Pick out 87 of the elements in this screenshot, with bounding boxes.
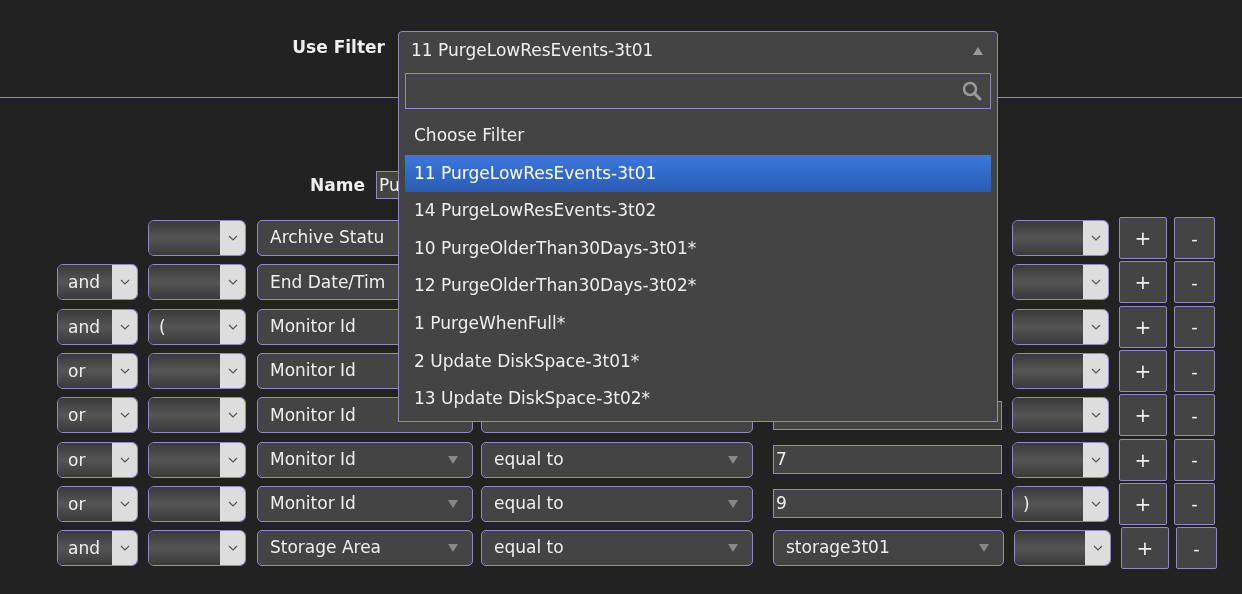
chevron-down-icon bbox=[227, 456, 238, 463]
chevron-down-icon bbox=[119, 279, 130, 286]
remove-row-button[interactable]: - bbox=[1174, 350, 1215, 393]
chevron-down-icon bbox=[119, 500, 130, 507]
remove-row-button[interactable]: - bbox=[1174, 217, 1215, 260]
caret-down-icon bbox=[448, 455, 458, 464]
remove-row-button[interactable]: - bbox=[1174, 261, 1215, 304]
chevron-down-icon bbox=[227, 545, 238, 552]
remove-row-button[interactable]: - bbox=[1174, 305, 1215, 348]
open-paren-select[interactable]: ( bbox=[148, 308, 246, 345]
conjunction-select[interactable]: or bbox=[57, 353, 138, 390]
filter-dropdown[interactable] bbox=[398, 31, 998, 422]
caret-down-icon bbox=[448, 544, 458, 553]
value-field[interactable]: 7 bbox=[773, 445, 1002, 475]
caret-down-icon bbox=[728, 455, 738, 464]
conjunction-select[interactable]: and bbox=[57, 308, 138, 345]
caret-down-icon bbox=[728, 499, 738, 508]
search-field[interactable] bbox=[405, 73, 991, 109]
chevron-down-icon bbox=[119, 323, 130, 330]
add-row-button[interactable]: + bbox=[1119, 350, 1167, 393]
chevron-down-icon bbox=[1090, 323, 1101, 330]
operator-select[interactable]: equal to bbox=[481, 530, 753, 567]
close-paren-select[interactable]: ) bbox=[1012, 485, 1109, 522]
use-filter-label: Use Filter bbox=[292, 36, 385, 59]
conjunction-select[interactable]: or bbox=[57, 485, 138, 522]
chevron-down-icon bbox=[1090, 500, 1101, 507]
add-row-button[interactable]: + bbox=[1119, 261, 1167, 304]
chevron-down-icon bbox=[227, 235, 238, 242]
close-paren-select[interactable] bbox=[1014, 530, 1111, 567]
caret-up-icon bbox=[973, 47, 983, 55]
field-select[interactable]: Monitor Id bbox=[257, 485, 473, 522]
field-select[interactable]: Monitor Id bbox=[257, 441, 473, 478]
chevron-down-icon bbox=[227, 412, 238, 419]
remove-row-button[interactable]: - bbox=[1174, 438, 1215, 481]
conjunction-select[interactable]: or bbox=[57, 441, 138, 478]
caret-down-icon bbox=[448, 499, 458, 508]
remove-row-button[interactable]: - bbox=[1176, 527, 1217, 570]
close-paren-select[interactable] bbox=[1012, 397, 1109, 434]
close-paren-select[interactable] bbox=[1012, 441, 1109, 478]
caret-down-icon bbox=[728, 544, 738, 553]
remove-row-button[interactable]: - bbox=[1174, 394, 1215, 437]
open-paren-select[interactable] bbox=[148, 353, 246, 390]
chevron-down-icon bbox=[227, 500, 238, 507]
search-icon bbox=[962, 81, 982, 101]
chevron-down-icon bbox=[1092, 545, 1103, 552]
conjunction-select[interactable]: and bbox=[57, 264, 138, 301]
open-paren-select[interactable] bbox=[148, 441, 246, 478]
caret-down-icon bbox=[979, 544, 989, 553]
remove-row-button[interactable]: - bbox=[1174, 482, 1215, 525]
selected-filter-text: 11 PurgeLowResEvents-3t01 bbox=[411, 39, 655, 63]
add-row-button[interactable]: + bbox=[1121, 527, 1169, 570]
value-field[interactable]: 9 bbox=[773, 489, 1002, 519]
add-row-button[interactable]: + bbox=[1119, 394, 1167, 437]
add-row-button[interactable]: + bbox=[1119, 438, 1167, 481]
chevron-down-icon bbox=[1090, 456, 1101, 463]
open-paren-select[interactable] bbox=[148, 220, 246, 257]
chevron-down-icon bbox=[119, 545, 130, 552]
filter-option[interactable]: 11 PurgeLowResEvents-3t01 bbox=[405, 154, 991, 193]
chevron-down-icon bbox=[119, 456, 130, 463]
open-paren-select[interactable] bbox=[148, 530, 246, 567]
filter-option[interactable]: Choose Filter bbox=[405, 117, 991, 155]
conjunction-select[interactable]: or bbox=[57, 397, 138, 434]
operator-select[interactable]: equal to bbox=[481, 441, 753, 478]
add-row-button[interactable]: + bbox=[1119, 482, 1167, 525]
conjunction-select[interactable]: and bbox=[57, 530, 138, 567]
operator-select[interactable]: equal to bbox=[481, 485, 753, 522]
close-paren-select[interactable] bbox=[1012, 353, 1109, 390]
close-paren-select[interactable] bbox=[1012, 308, 1109, 345]
chevron-down-icon bbox=[227, 279, 238, 286]
chevron-down-icon bbox=[1090, 368, 1101, 375]
name-label: Name bbox=[310, 174, 365, 197]
chevron-down-icon bbox=[1090, 279, 1101, 286]
chevron-down-icon bbox=[119, 368, 130, 375]
close-paren-select[interactable] bbox=[1012, 220, 1109, 257]
close-paren-select[interactable] bbox=[1012, 264, 1109, 301]
add-row-button[interactable]: + bbox=[1119, 305, 1167, 348]
field-select[interactable]: Storage Area bbox=[257, 530, 473, 567]
chevron-down-icon bbox=[1090, 235, 1101, 242]
open-paren-select[interactable] bbox=[148, 397, 246, 434]
chevron-down-icon bbox=[227, 368, 238, 375]
value-select[interactable]: storage3t01 bbox=[773, 530, 1004, 567]
chevron-down-icon bbox=[119, 412, 130, 419]
open-paren-select[interactable] bbox=[148, 485, 246, 522]
chevron-down-icon bbox=[227, 323, 238, 330]
chevron-down-icon bbox=[1090, 412, 1101, 419]
add-row-button[interactable]: + bbox=[1119, 217, 1167, 260]
open-paren-select[interactable] bbox=[148, 264, 246, 301]
